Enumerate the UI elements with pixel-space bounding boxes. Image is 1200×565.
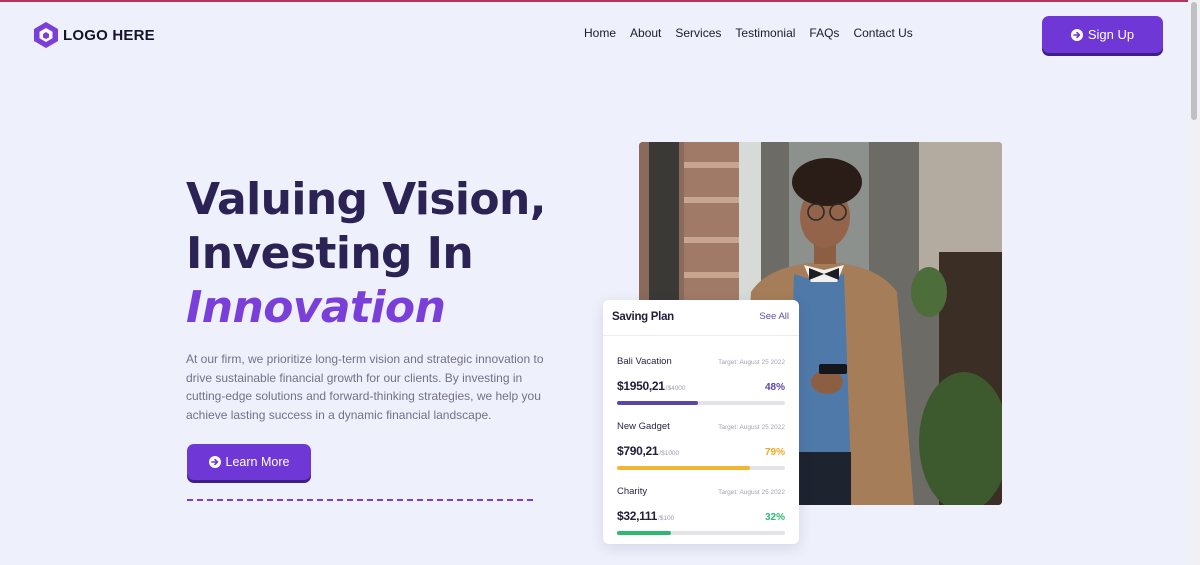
plan-name: New Gadget xyxy=(617,421,670,432)
plan-target: Target: August 25 2022 xyxy=(718,424,785,431)
dashed-divider xyxy=(187,499,533,501)
logo-text: LOGO HERE xyxy=(63,26,155,44)
logo-hexagon-icon xyxy=(34,22,58,48)
plan-goal: /$4000 xyxy=(665,385,686,392)
plan-name: Bali Vacation xyxy=(617,356,672,367)
plan-amount: $32,111 xyxy=(617,509,657,523)
plan-item: New Gadget Target: August 25 2022 $790,2… xyxy=(617,421,785,470)
see-all-link[interactable]: See All xyxy=(759,311,789,323)
hero-description: At our firm, we prioritize long-term vis… xyxy=(186,352,544,422)
plan-amount: $790,21 xyxy=(617,444,659,458)
plan-item: Bali Vacation Target: August 25 2022 $19… xyxy=(617,356,785,405)
hero-title-line2: Investing In xyxy=(186,228,474,279)
nav-home[interactable]: Home xyxy=(584,26,616,40)
nav-contact-us[interactable]: Contact Us xyxy=(853,26,912,40)
plan-percent: 48% xyxy=(764,382,785,393)
plan-goal: /$100 xyxy=(657,515,675,522)
plan-progress-fill xyxy=(617,531,671,535)
plan-target: Target: August 25 2022 xyxy=(718,489,785,496)
hero-title: Valuing Vision, Investing In Innovation xyxy=(186,173,546,335)
saving-plan-header: Saving Plan See All xyxy=(612,311,789,323)
scrollbar-track[interactable] xyxy=(1188,0,1200,565)
sign-up-label: Sign Up xyxy=(1087,27,1135,42)
top-accent-line xyxy=(0,0,1200,2)
plan-progress-bar xyxy=(617,401,785,405)
plan-item: Charity Target: August 25 2022 $32,111/$… xyxy=(617,486,785,535)
arrow-circle-right-icon xyxy=(208,456,221,468)
hero-title-line1: Valuing Vision, xyxy=(186,174,546,225)
plan-percent: 32% xyxy=(764,512,785,523)
saving-plan-title: Saving Plan xyxy=(612,311,674,323)
hero-title-accent: Innovation xyxy=(186,282,446,333)
plan-amount: $1950,21 xyxy=(617,379,665,393)
card-divider xyxy=(603,335,799,336)
nav-services[interactable]: Services xyxy=(675,26,721,40)
plan-target: Target: August 25 2022 xyxy=(718,359,785,366)
sign-up-button[interactable]: Sign Up xyxy=(1042,16,1163,53)
saving-plan-card: Saving Plan See All Bali Vacation Target… xyxy=(603,300,799,544)
logo[interactable]: LOGO HERE xyxy=(33,21,155,49)
plan-progress-fill xyxy=(617,401,698,405)
main-nav: Home About Services Testimonial FAQs Con… xyxy=(584,26,913,40)
plan-goal: /$1000 xyxy=(659,450,680,457)
plan-progress-bar xyxy=(617,531,785,535)
plan-name: Charity xyxy=(617,486,648,497)
learn-more-label: Learn More xyxy=(225,455,290,469)
nav-faqs[interactable]: FAQs xyxy=(809,26,839,40)
arrow-circle-right-icon xyxy=(1070,28,1083,41)
plan-percent: 79% xyxy=(764,447,785,458)
nav-about[interactable]: About xyxy=(630,26,661,40)
learn-more-button[interactable]: Learn More xyxy=(187,444,311,480)
plan-progress-fill xyxy=(617,466,750,470)
nav-testimonial[interactable]: Testimonial xyxy=(735,26,795,40)
plan-progress-bar xyxy=(617,466,785,470)
scrollbar-thumb[interactable] xyxy=(1191,2,1197,120)
